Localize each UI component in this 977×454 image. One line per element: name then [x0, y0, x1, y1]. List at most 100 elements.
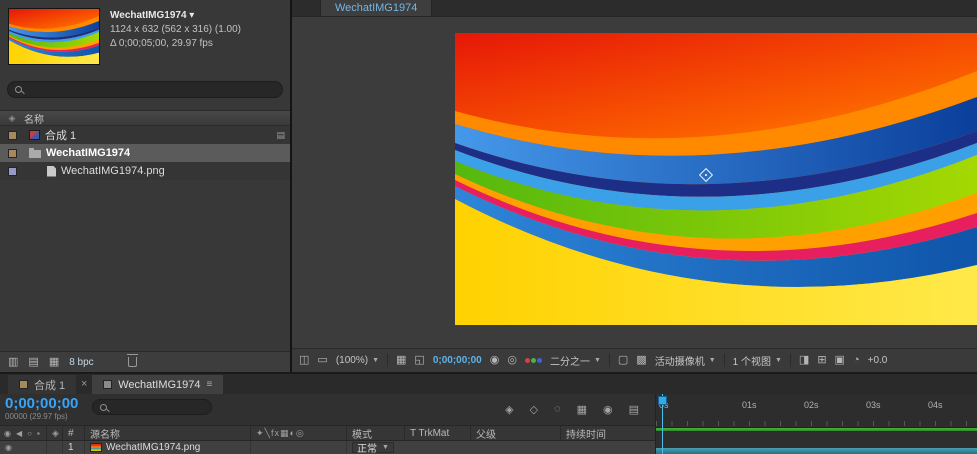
timeline-search-input[interactable] [113, 401, 255, 414]
pixel-aspect-icon[interactable]: ▣ [835, 355, 845, 366]
trkmat-column-header[interactable]: T TrkMat [404, 426, 470, 440]
eye-icon[interactable]: ◉ [4, 429, 11, 438]
timeline-panel: 合成 1 × WechatIMG1974 ≡ 0;00;00;00 00000 … [0, 374, 977, 454]
usage-badge-icon: ▤ [276, 130, 285, 141]
timeline-tab-wechatimg1974[interactable]: WechatIMG1974 ≡ [92, 375, 223, 394]
timeline-track-area: 0s 01s 02s 03s 04s [655, 394, 977, 454]
ruler-label: 04s [928, 400, 943, 410]
mini-flowchart-icon[interactable]: ◈ [505, 403, 513, 416]
show-snapshot-icon[interactable]: ◎ [507, 355, 517, 366]
share-view-icon[interactable]: ◨ [799, 355, 809, 366]
timeline-left-pane: 0;00;00;00 00000 (29.97 fps) ◈ ◇ ◌ ▦ ◉ ▤ [0, 394, 655, 454]
chevron-down-icon: ▼ [594, 357, 601, 364]
viewer-tab-strip: WechatIMG1974 [292, 0, 977, 17]
shy-icon[interactable]: ◌ [554, 403, 561, 416]
source-name-header[interactable]: 源名称 [84, 426, 250, 440]
current-timecode[interactable]: 0;00;00;00 [5, 395, 86, 412]
project-row-composition[interactable]: 合成 1 ▤ [0, 126, 290, 144]
timeline-toolbar: 0;00;00;00 00000 (29.97 fps) ◈ ◇ ◌ ▦ ◉ ▤ [0, 394, 655, 425]
layer-track-lanes[interactable] [656, 431, 977, 448]
layer-name[interactable]: WechatIMG1974.png [106, 442, 200, 453]
preview-timecode[interactable]: 0;00;00;00 [433, 355, 482, 366]
ruler-label: 03s [866, 400, 881, 410]
frame-blend-icon[interactable]: ▦ [577, 403, 587, 416]
panel-menu-icon[interactable]: ≡ [207, 379, 213, 390]
item-label: WechatIMG1974 [46, 147, 130, 159]
project-search[interactable] [7, 81, 283, 98]
mode-column-header[interactable]: 模式 [346, 426, 404, 440]
duration-column-header[interactable]: 持续时间 [560, 426, 655, 440]
lock-icon[interactable]: ▪ [37, 429, 40, 438]
view-count-dropdown[interactable]: 1 个视图 ▼ [733, 353, 782, 368]
parent-column-header[interactable]: 父级 [470, 426, 560, 440]
eye-icon[interactable]: ◉ [5, 443, 12, 452]
view-layout-icon[interactable]: ◫ [299, 355, 309, 366]
ruler-ticks [656, 421, 977, 426]
screen-icon[interactable]: ▭ [317, 355, 327, 366]
label-column-header[interactable]: ◈ [46, 426, 62, 440]
timeline-search[interactable] [92, 399, 212, 415]
show-channel-icon[interactable] [525, 358, 542, 363]
project-row-footage[interactable]: WechatIMG1974.png [0, 162, 290, 180]
draft-3d-icon[interactable]: ◇ [530, 403, 538, 416]
ruler-grid-icon[interactable]: ⊞ [817, 355, 826, 366]
search-icon [15, 86, 22, 93]
item-label: 合成 1 [45, 127, 76, 143]
audio-icon[interactable]: ◀ [16, 429, 22, 438]
project-item-preview: WechatIMG1974 ▾ 1124 x 632 (562 x 316) (… [0, 0, 290, 67]
grid-guides-icon[interactable]: ▦ [396, 355, 406, 366]
delete-icon[interactable] [128, 357, 137, 367]
time-navigator-bar[interactable] [656, 448, 977, 454]
label-chip[interactable] [8, 149, 17, 158]
top-panels: WechatIMG1974 ▾ 1124 x 632 (562 x 316) (… [0, 0, 977, 372]
timeline-tab-comp1[interactable]: 合成 1 [8, 375, 76, 394]
layer-number-header[interactable]: # [62, 426, 84, 440]
item-label: WechatIMG1974.png [61, 165, 165, 177]
label-chip [19, 380, 28, 389]
fast-preview-icon[interactable]: ◔ [853, 355, 860, 366]
switches-header[interactable]: ✦╲fx▦◐◎ [250, 426, 346, 440]
exposure-readout[interactable]: +0.0 [868, 355, 888, 366]
label-chip [103, 380, 112, 389]
playhead-handle[interactable] [658, 396, 667, 405]
label-column-icon[interactable]: ◈ [0, 113, 24, 124]
project-row-folder-selected[interactable]: WechatIMG1974 [0, 144, 290, 162]
region-of-interest-icon[interactable]: ▢ [618, 355, 628, 366]
footage-duration: Δ 0;00;05;00, 29.97 fps [110, 37, 241, 51]
folder-icon [29, 150, 41, 158]
current-time-block: 0;00;00;00 00000 (29.97 fps) [0, 394, 86, 421]
new-folder-icon[interactable]: ▤ [28, 357, 38, 368]
transparency-grid-icon[interactable]: ▩ [636, 355, 646, 366]
project-table-header: ◈ 名称 [0, 110, 290, 126]
blend-mode-dropdown[interactable]: 正常 ▼ [352, 442, 394, 453]
label-chip[interactable] [8, 167, 17, 176]
time-ruler[interactable]: 0s 01s 02s 03s 04s [656, 394, 977, 428]
viewer-tab[interactable]: WechatIMG1974 [320, 0, 432, 16]
footage-thumbnail[interactable] [8, 8, 100, 65]
layer-row[interactable]: ◉ 1 WechatIMG1974.png 正常 ▼ [0, 441, 655, 454]
resolution-dropdown[interactable]: 二分之一 ▼ [550, 353, 601, 368]
name-column-header[interactable]: 名称 [24, 111, 44, 126]
search-icon [100, 404, 107, 411]
timeline-toggle-icons: ◈ ◇ ◌ ▦ ◉ ▤ [505, 403, 639, 416]
motion-blur-icon[interactable]: ◉ [603, 403, 613, 416]
footage-metadata: WechatIMG1974 ▾ 1124 x 632 (562 x 316) (… [110, 8, 241, 65]
interpret-footage-icon[interactable]: ▥ [8, 357, 18, 368]
camera-view-dropdown[interactable]: 活动摄像机 ▼ [655, 353, 716, 368]
project-search-input[interactable] [28, 83, 275, 96]
chevron-down-icon[interactable]: ▾ [189, 10, 194, 21]
solo-icon[interactable]: ○ [27, 429, 32, 438]
label-chip[interactable] [8, 131, 17, 140]
project-panel: WechatIMG1974 ▾ 1124 x 632 (562 x 316) (… [0, 0, 290, 372]
label-column-icon: ◈ [52, 428, 59, 439]
composition-stage[interactable] [292, 17, 977, 348]
mask-visibility-icon[interactable]: ◱ [414, 355, 424, 366]
color-depth-button[interactable]: 8 bpc [69, 357, 93, 368]
close-icon[interactable]: × [76, 378, 92, 390]
composition-image[interactable] [455, 33, 977, 325]
graph-editor-icon[interactable]: ▤ [629, 403, 639, 416]
snapshot-icon[interactable]: ◉ [490, 355, 500, 366]
magnification-dropdown[interactable]: (100%) ▼ [336, 355, 379, 366]
footage-title: WechatIMG1974 ▾ [110, 9, 241, 23]
new-composition-icon[interactable]: ▦ [49, 357, 59, 368]
